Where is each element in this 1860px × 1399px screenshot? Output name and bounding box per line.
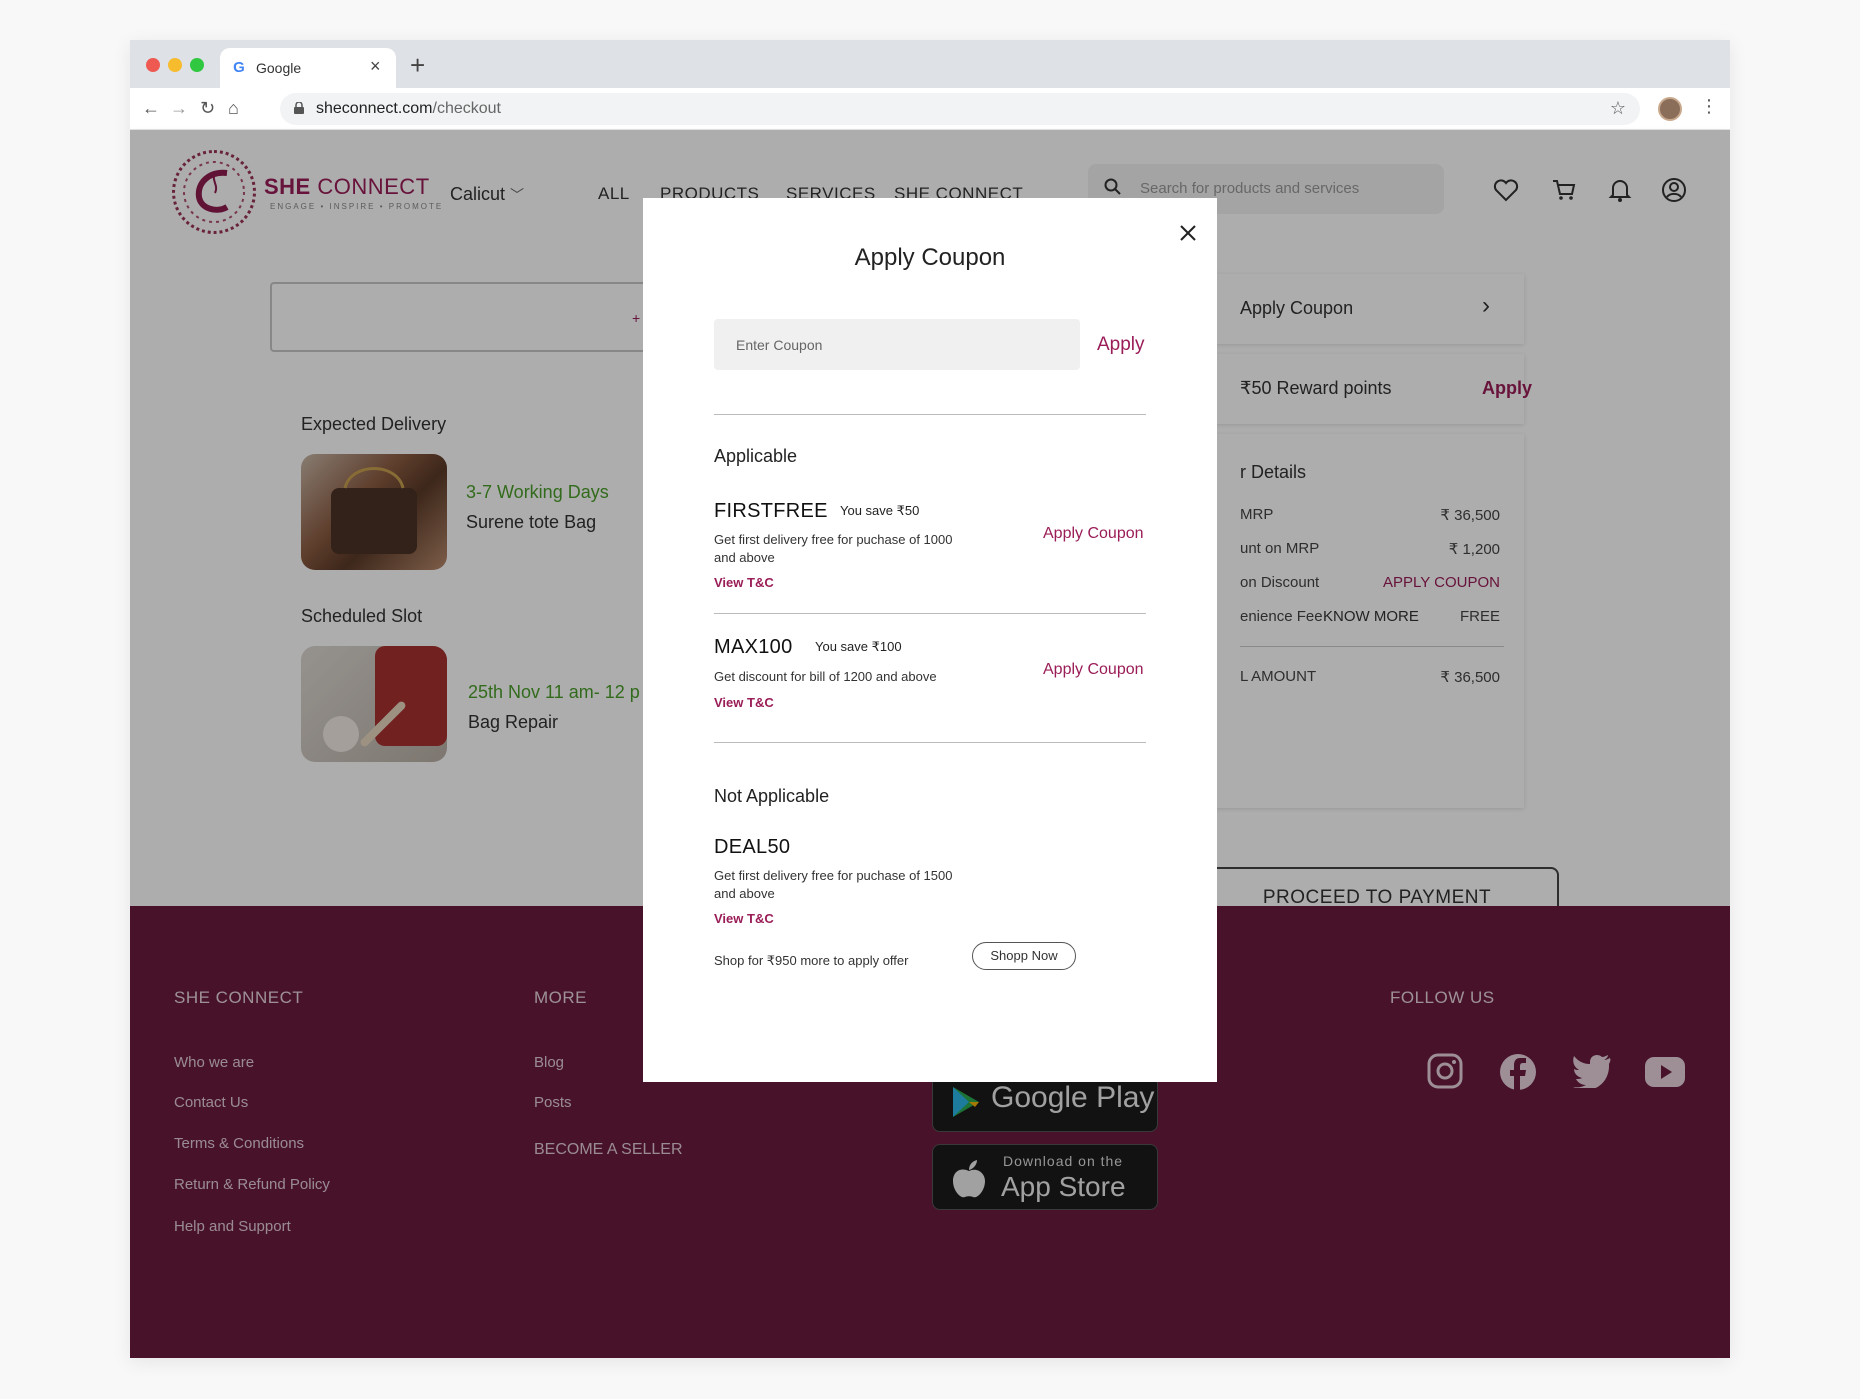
modal-divider bbox=[714, 414, 1146, 415]
back-icon[interactable]: ← bbox=[142, 98, 160, 119]
close-icon[interactable] bbox=[1177, 222, 1199, 244]
home-icon[interactable]: ⌂ bbox=[228, 98, 239, 119]
view-tnc-link[interactable]: View T&C bbox=[714, 695, 774, 710]
url-text: sheconnect.com/checkout bbox=[316, 100, 501, 117]
google-icon: G bbox=[233, 59, 245, 76]
coupon-code: FIRSTFREE bbox=[714, 500, 828, 522]
coupon-input[interactable] bbox=[714, 319, 1080, 370]
coupon-description: Get discount for bill of 1200 and above bbox=[714, 669, 937, 684]
coupon-savings: You save ₹100 bbox=[815, 639, 902, 654]
browser-tab-bar: G Google × + bbox=[130, 40, 1730, 88]
url-field[interactable]: sheconnect.com/checkout ☆ bbox=[280, 93, 1640, 125]
reload-icon[interactable]: ↻ bbox=[200, 98, 215, 119]
apply-coupon-firstfree-button[interactable]: Apply Coupon bbox=[1043, 525, 1144, 543]
new-tab-icon[interactable]: + bbox=[410, 50, 425, 81]
close-tab-icon[interactable]: × bbox=[370, 56, 381, 77]
coupon-code: DEAL50 bbox=[714, 836, 791, 858]
apply-coupon-code-button[interactable]: Apply bbox=[1097, 334, 1145, 356]
coupon-divider bbox=[714, 613, 1146, 614]
view-tnc-link[interactable]: View T&C bbox=[714, 575, 774, 590]
view-tnc-link[interactable]: View T&C bbox=[714, 911, 774, 926]
coupon-code: MAX100 bbox=[714, 636, 793, 658]
browser-menu-icon[interactable]: ⋮ bbox=[1700, 96, 1718, 117]
minimize-window-dot[interactable] bbox=[168, 58, 182, 72]
close-window-dot[interactable] bbox=[146, 58, 160, 72]
not-applicable-section-title: Not Applicable bbox=[714, 786, 830, 806]
bookmark-star-icon[interactable]: ☆ bbox=[1610, 98, 1626, 119]
shop-more-note: Shop for ₹950 more to apply offer bbox=[714, 953, 909, 968]
address-bar: ← → ↻ ⌂ sheconnect.com/checkout ☆ ⋮ bbox=[130, 88, 1730, 130]
coupon-description: Get first delivery free for puchase of 1… bbox=[714, 868, 953, 901]
coupon-description: Get first delivery free for puchase of 1… bbox=[714, 532, 953, 565]
shop-now-button[interactable]: Shopp Now bbox=[972, 942, 1076, 970]
maximize-window-dot[interactable] bbox=[190, 58, 204, 72]
coupon-divider bbox=[714, 742, 1146, 743]
coupon-savings: You save ₹50 bbox=[840, 503, 920, 518]
browser-tab[interactable]: G Google × bbox=[220, 48, 396, 88]
tab-title: Google bbox=[256, 60, 302, 76]
lock-icon bbox=[294, 102, 304, 114]
modal-title: Apply Coupon bbox=[854, 244, 1006, 271]
applicable-section-title: Applicable bbox=[714, 446, 798, 466]
apply-coupon-max100-button[interactable]: Apply Coupon bbox=[1043, 661, 1144, 679]
apply-coupon-modal: Apply Coupon Apply Applicable FIRSTFREE … bbox=[643, 198, 1217, 1082]
profile-avatar[interactable] bbox=[1658, 97, 1682, 121]
forward-icon[interactable]: → bbox=[170, 98, 188, 119]
